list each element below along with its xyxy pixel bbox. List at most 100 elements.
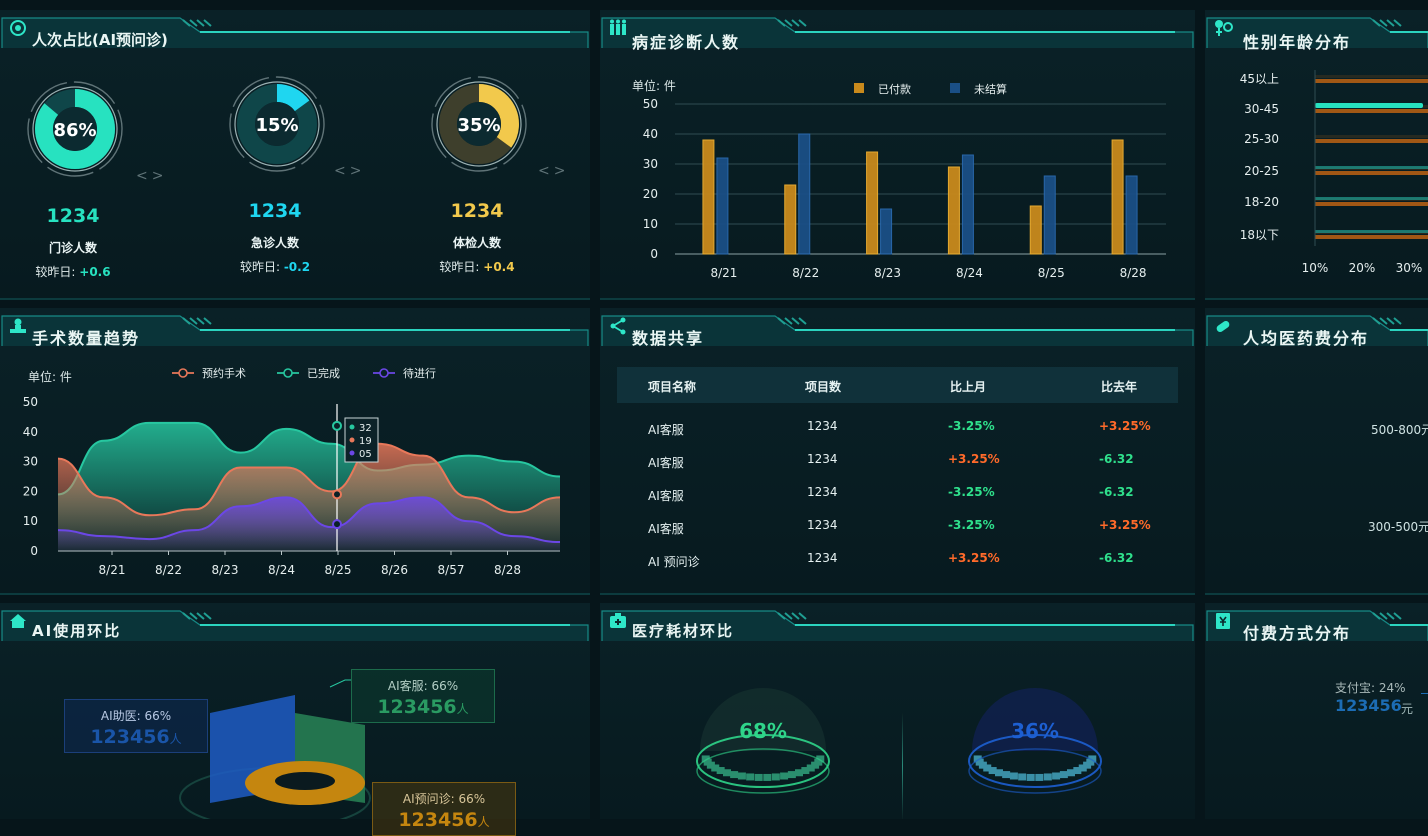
y-tick-label: 0 — [650, 247, 658, 261]
tooltip-value: 19 — [359, 436, 372, 447]
panel-header: 付费方式分布 — [1205, 603, 1428, 643]
table-row[interactable]: AI客服 1234 -3.25% +3.25% — [617, 512, 1178, 542]
table-cell-yoy: +3.25% — [1099, 518, 1151, 532]
panel-header: 人次占比(AI预问诊) — [0, 10, 590, 49]
ring-delta: 较昨日: +0.4 — [439, 260, 515, 274]
dome-percent: 68% — [739, 719, 787, 743]
table-cell-count: 1234 — [807, 518, 838, 532]
progress-ring: 35% — [431, 76, 527, 172]
table-cell-name: AI客服 — [648, 456, 684, 470]
x-tick-label: 30% — [1396, 261, 1423, 275]
dome-segment — [994, 769, 1003, 777]
ring-count: 1234 — [46, 205, 100, 227]
dome-gauge: 68% — [696, 688, 830, 794]
y-tick-label: 20 — [23, 484, 38, 498]
age-bar-female — [1315, 235, 1428, 239]
x-tick-label: 8/23 — [212, 563, 239, 577]
legend-label: 未结算 — [974, 82, 1007, 96]
age-bar-male — [1315, 230, 1428, 233]
col-header: 项目名称 — [648, 380, 697, 394]
ai-helper-tag: AI助医: 66% 123456人 — [64, 699, 208, 753]
bar — [798, 133, 811, 255]
col-header: 项目数 — [805, 380, 842, 394]
carousel-nav[interactable]: <> — [538, 163, 569, 179]
connector-line — [1421, 693, 1428, 694]
age-label: 25-30 — [1244, 132, 1279, 146]
age-label: 20-25 — [1244, 164, 1279, 178]
x-tick-label: 8/24 — [956, 266, 983, 280]
panel-visit-ratio: 人次占比(AI预问诊) 86% 1234 门诊人数 较昨日: +0.6 <> 15% 123… — [0, 10, 590, 300]
panel-ai-usage: AI使用环比 AI助医: 66% 123456人 AI客服: 66% 12345… — [0, 603, 590, 836]
age-bar-chart: 45以上 30-45 25-30 20-25 18-20 18以下 10% 20% 30% — [1240, 70, 1428, 275]
table-cell-name: AI客服 — [648, 423, 684, 437]
panel-header: 数据共享 — [600, 308, 1195, 348]
age-bar-female — [1315, 139, 1428, 143]
table-cell-yoy: +3.25% — [1099, 419, 1151, 433]
age-bar-female — [1315, 109, 1428, 113]
dome-segment — [1035, 773, 1044, 781]
x-tick-label: 8/28 — [494, 563, 521, 577]
dome-segment — [1002, 771, 1011, 779]
payment-unit: 元 — [1401, 702, 1414, 716]
y-tick-label: 20 — [643, 187, 658, 201]
y-tick-label: 50 — [23, 395, 38, 409]
table-cell-mom: -3.25% — [948, 518, 995, 532]
table-cell-mom: +3.25% — [948, 452, 1000, 466]
medkit-icon — [609, 612, 627, 630]
table-cell-mom: -3.25% — [948, 485, 995, 499]
y-tick-label: 40 — [643, 127, 658, 141]
dome-segment — [780, 772, 789, 780]
age-label: 45以上 — [1240, 72, 1279, 86]
surgery-area-chart: 0 10 20 30 40 50 8/21 8/22 8/23 8/24 8/25 8/26 8/57 8… — [23, 366, 561, 577]
age-bar-shadow — [1315, 135, 1428, 138]
carousel-nav[interactable]: <> — [136, 168, 167, 184]
dome-percent: 36% — [1011, 719, 1059, 743]
tooltip-value: 32 — [359, 423, 372, 434]
target-icon — [9, 19, 27, 37]
y-tick-label: 30 — [23, 455, 38, 469]
y-tick-label: 40 — [23, 425, 38, 439]
x-tick-label: 8/22 — [792, 266, 819, 280]
bar — [961, 154, 974, 255]
table-row[interactable]: AI客服 1234 +3.25% -6.32 — [617, 446, 1178, 476]
x-tick-label: 8/24 — [268, 563, 295, 577]
bar — [702, 139, 715, 255]
ring-label: 门诊人数 — [48, 241, 98, 255]
progress-ring: 86% — [27, 81, 123, 177]
table-row[interactable]: AI客服 1234 -3.25% -6.32 — [617, 479, 1178, 509]
table-cell-name: AI 预问诊 — [648, 555, 700, 569]
table-row[interactable]: AI 预问诊 1234 +3.25% -6.32 — [617, 545, 1178, 575]
cost-range-label: 500-800元 — [1371, 423, 1428, 437]
x-tick-label: 8/25 — [1038, 266, 1065, 280]
tooltip-value: 05 — [359, 449, 372, 460]
dome-segment — [737, 772, 746, 780]
panel-payment: 付费方式分布 支付宝: 24% 123456 元 — [1205, 603, 1428, 819]
x-tick-label: 8/22 — [155, 563, 182, 577]
payment-value: 123456 — [1335, 696, 1402, 715]
bar — [784, 184, 797, 255]
carousel-nav[interactable]: <> — [334, 163, 365, 179]
y-tick-label: 10 — [23, 514, 38, 528]
share-icon — [609, 317, 627, 335]
table-header: 项目名称 项目数 比上月 比去年 — [617, 367, 1178, 403]
legend-label: 待进行 — [403, 366, 436, 380]
panel-consumables: 医疗耗材环比 68% 36% — [600, 603, 1195, 819]
col-header: 比去年 — [1101, 380, 1138, 394]
x-tick-label: 8/23 — [874, 266, 901, 280]
y-tick-label: 50 — [643, 97, 658, 111]
legend-swatch — [950, 83, 960, 93]
ring-label: 体检人数 — [452, 236, 502, 250]
ring-count: 1234 — [450, 200, 504, 222]
age-label: 30-45 — [1244, 102, 1279, 116]
diagnosis-bar-chart: 0 10 20 30 40 50 8/21 8/22 8/23 8/24 8/25 8/28 已付款 未结… — [643, 82, 1166, 280]
tooltip-dot — [349, 437, 355, 443]
x-tick-label: 8/28 — [1120, 266, 1147, 280]
age-label: 18-20 — [1244, 195, 1279, 209]
cursor-marker — [332, 519, 342, 530]
table-cell-count: 1234 — [807, 419, 838, 433]
dome-gauge: 36% — [968, 688, 1102, 794]
age-bar-male — [1315, 166, 1428, 169]
panel-header: 医疗耗材环比 — [600, 603, 1195, 641]
table-row[interactable]: AI客服 1234 -3.25% +3.25% — [617, 413, 1178, 443]
bar — [1043, 175, 1056, 255]
